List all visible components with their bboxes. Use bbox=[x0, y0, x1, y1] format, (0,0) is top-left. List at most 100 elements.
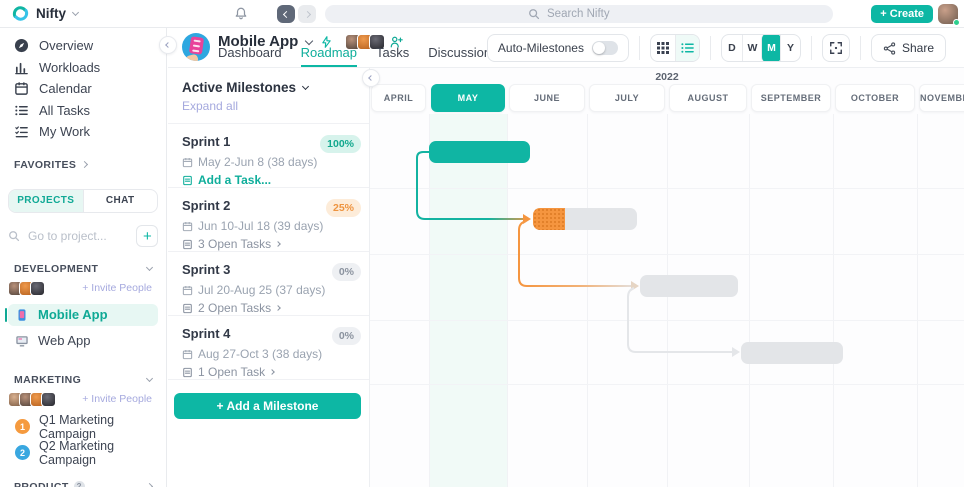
project-icon[interactable] bbox=[182, 33, 210, 61]
current-month-highlight bbox=[429, 114, 507, 487]
share-button[interactable]: Share bbox=[871, 34, 946, 62]
gantt-bar-sprint-3[interactable] bbox=[640, 275, 738, 297]
sidebar-item-my-work[interactable]: My Work bbox=[0, 121, 166, 143]
open-tasks-link[interactable]: 3 Open Tasks bbox=[182, 237, 361, 251]
timescale-week-button[interactable]: W bbox=[742, 35, 762, 61]
web-app-icon bbox=[15, 334, 29, 348]
task-icon bbox=[182, 175, 193, 186]
create-button[interactable]: + Create bbox=[871, 5, 933, 23]
add-project-button[interactable]: + bbox=[136, 225, 158, 247]
sidebar-item-calendar[interactable]: Calendar bbox=[0, 78, 166, 100]
calendar-icon bbox=[182, 349, 193, 360]
app-logo[interactable]: Nifty bbox=[12, 5, 78, 22]
top-bar: Nifty + Create bbox=[0, 0, 964, 28]
mobile-app-icon bbox=[15, 308, 29, 322]
member-avatar[interactable] bbox=[30, 281, 45, 296]
collapse-panel-button[interactable] bbox=[362, 69, 380, 87]
milestone-row-sprint-1[interactable]: Sprint 1 May 2-Jun 8 (38 days) Add a Tas… bbox=[168, 124, 369, 188]
invite-people-link[interactable]: + Invite People bbox=[82, 282, 152, 294]
nifty-app: Nifty + Create Overview Workloads bbox=[0, 0, 964, 487]
global-search-input[interactable] bbox=[545, 7, 630, 21]
sidebar-item-workloads[interactable]: Workloads bbox=[0, 57, 166, 79]
expand-all-link[interactable]: Expand all bbox=[182, 99, 369, 113]
project-search-input[interactable] bbox=[26, 228, 130, 244]
month-november[interactable]: NOVEMBER bbox=[919, 84, 964, 112]
sidebar-item-all-tasks[interactable]: All Tasks bbox=[0, 100, 166, 122]
gantt-bar-sprint-2[interactable] bbox=[533, 208, 637, 230]
timescale-switcher: D W M Y bbox=[721, 34, 801, 62]
sidebar-project-q2-campaign[interactable]: 2 Q2 Marketing Campaign bbox=[8, 445, 158, 461]
checklist-icon bbox=[14, 124, 29, 139]
add-task-link[interactable]: Add a Task... bbox=[182, 173, 361, 187]
nav-forward-button[interactable] bbox=[298, 5, 316, 23]
favorites-section[interactable]: FAVORITES bbox=[0, 159, 166, 171]
milestones-filter[interactable]: Active Milestones bbox=[182, 80, 369, 95]
marketing-group-header[interactable]: MARKETING bbox=[0, 374, 166, 386]
tab-roadmap[interactable]: Roadmap bbox=[301, 45, 357, 67]
global-search[interactable] bbox=[325, 5, 833, 23]
gantt-bar-sprint-4[interactable] bbox=[741, 342, 843, 364]
header-controls: Auto-Milestones D W M Y bbox=[487, 34, 946, 62]
filter-chevron-icon bbox=[302, 83, 309, 90]
help-icon: ? bbox=[74, 481, 85, 487]
add-milestone-button[interactable]: + Add a Milestone bbox=[174, 393, 361, 419]
month-october[interactable]: OCTOBER bbox=[835, 84, 915, 112]
task-icon bbox=[182, 367, 193, 378]
auto-milestones-toggle[interactable] bbox=[592, 41, 618, 55]
list-view-button[interactable] bbox=[675, 35, 699, 61]
milestones-panel: Active Milestones Expand all Sprint 1 Ma… bbox=[168, 68, 370, 487]
expand-group-chevron-icon bbox=[146, 483, 153, 487]
milestone-row-sprint-3[interactable]: Sprint 3 Jul 20-Aug 25 (37 days) 2 Open … bbox=[168, 252, 369, 316]
sidebar-project-web-app[interactable]: Web App bbox=[8, 330, 158, 352]
sidebar-item-overview[interactable]: Overview bbox=[0, 35, 166, 57]
fullscreen-button[interactable] bbox=[822, 34, 850, 62]
milestones-panel-header: Active Milestones Expand all bbox=[168, 68, 369, 124]
invite-people-link[interactable]: + Invite People bbox=[82, 393, 152, 405]
month-april[interactable]: APRIL bbox=[371, 84, 426, 112]
fullscreen-icon bbox=[829, 41, 843, 55]
milestone-row-sprint-2[interactable]: Sprint 2 Jun 10-Jul 18 (39 days) 3 Open … bbox=[168, 188, 369, 252]
tab-chat[interactable]: CHAT bbox=[83, 190, 158, 212]
tab-tasks[interactable]: Tasks bbox=[376, 45, 409, 67]
collapse-sidebar-button[interactable] bbox=[159, 36, 177, 54]
sidebar-project-mobile-app[interactable]: Mobile App bbox=[8, 304, 158, 326]
product-group-header[interactable]: PRODUCT ? bbox=[0, 481, 166, 487]
grid-view-button[interactable] bbox=[651, 35, 675, 61]
tab-projects[interactable]: PROJECTS bbox=[9, 190, 83, 212]
favorites-chevron-icon bbox=[81, 161, 88, 168]
sidebar-nav: Overview Workloads Calendar All Tasks My… bbox=[0, 28, 166, 143]
progress-badge: 0% bbox=[332, 327, 361, 345]
milestone-row-sprint-4[interactable]: Sprint 4 Aug 27-Oct 3 (38 days) 1 Open T… bbox=[168, 316, 369, 380]
task-icon bbox=[182, 239, 193, 250]
search-icon bbox=[528, 8, 540, 20]
month-june[interactable]: JUNE bbox=[509, 84, 585, 112]
timescale-year-button[interactable]: Y bbox=[780, 35, 800, 61]
gantt-bar-sprint-1[interactable] bbox=[429, 141, 530, 163]
timescale-month-button[interactable]: M bbox=[761, 34, 781, 62]
nav-back-button[interactable] bbox=[277, 5, 295, 23]
workspace-chevron-icon[interactable] bbox=[72, 9, 79, 16]
member-avatar[interactable] bbox=[41, 392, 56, 407]
list-icon bbox=[14, 103, 29, 118]
open-tasks-link[interactable]: 1 Open Task bbox=[182, 365, 361, 379]
project-search: + bbox=[8, 225, 158, 247]
tab-dashboard[interactable]: Dashboard bbox=[218, 45, 282, 67]
progress-badge: 100% bbox=[320, 135, 361, 153]
search-icon bbox=[8, 230, 20, 242]
projects-chat-tabs: PROJECTS CHAT bbox=[8, 189, 158, 213]
auto-milestones-control: Auto-Milestones bbox=[487, 34, 629, 62]
progress-badge: 0% bbox=[332, 263, 361, 281]
month-september[interactable]: SEPTEMBER bbox=[751, 84, 831, 112]
development-group-header[interactable]: DEVELOPMENT bbox=[0, 263, 166, 275]
compass-icon bbox=[14, 38, 29, 53]
sidebar-project-q1-campaign[interactable]: 1 Q1 Marketing Campaign bbox=[8, 419, 158, 435]
month-august[interactable]: AUGUST bbox=[669, 84, 747, 112]
timescale-day-button[interactable]: D bbox=[722, 35, 742, 61]
notifications-bell-icon[interactable] bbox=[234, 6, 248, 24]
open-tasks-link[interactable]: 2 Open Tasks bbox=[182, 301, 361, 315]
project-header: Mobile App Dashboard Roadmap Tasks Discu… bbox=[168, 28, 964, 68]
user-avatar[interactable] bbox=[938, 4, 958, 24]
month-may[interactable]: MAY bbox=[431, 84, 505, 112]
project-menu-chevron-icon[interactable] bbox=[305, 36, 313, 44]
month-july[interactable]: JULY bbox=[589, 84, 665, 112]
